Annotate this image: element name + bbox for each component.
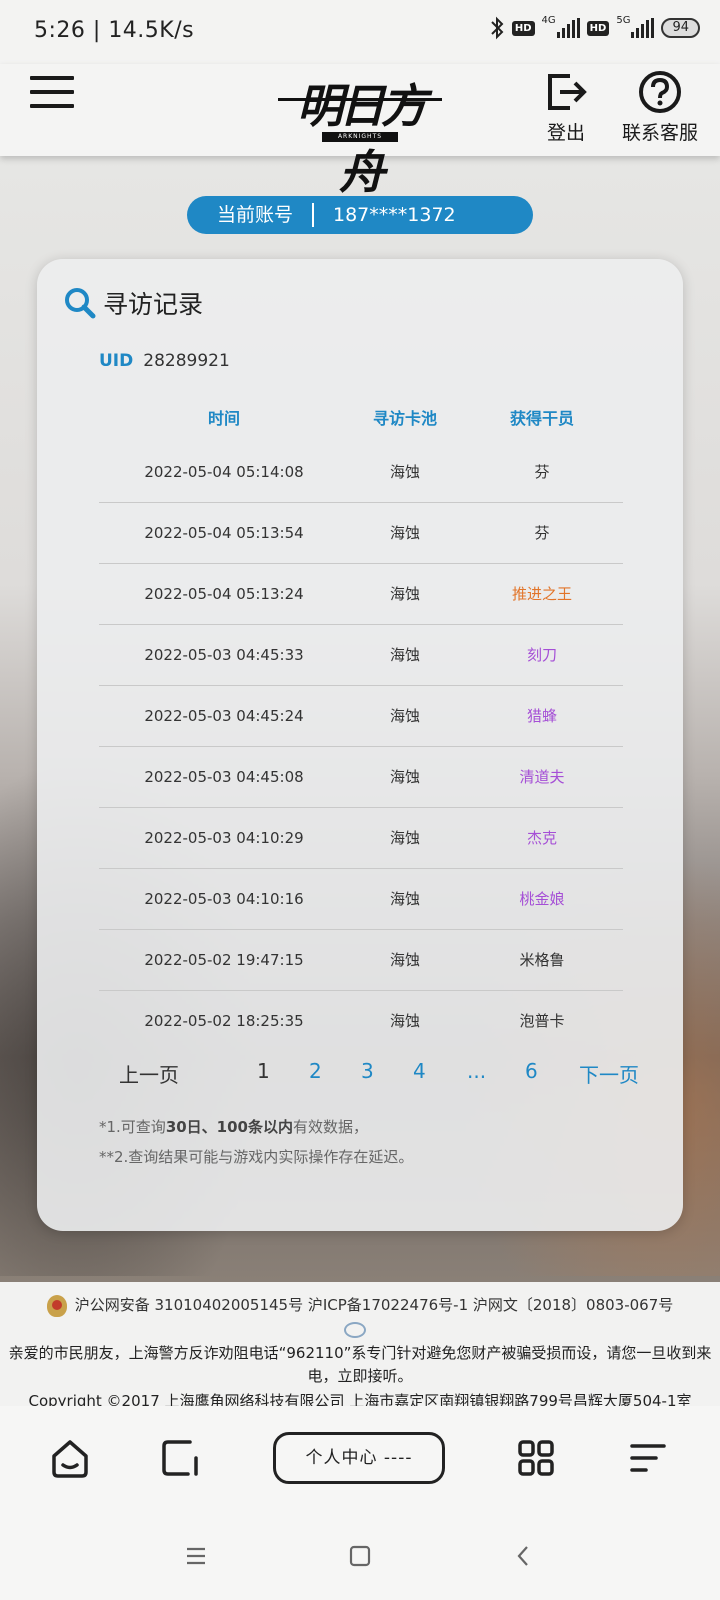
logout-label: 登出 [546,122,585,144]
table-row: 2022-05-04 05:13:24 海蚀 推进之王 [99,564,623,625]
operator-name: 刻刀 [526,646,557,664]
col-operator: 获得干员 [509,409,574,428]
table-row: 2022-05-03 04:45:08 海蚀 清道夫 [99,747,623,808]
police-badge-icon [46,1294,67,1317]
table-row: 2022-05-03 04:45:24 海蚀 猎蜂 [99,686,623,747]
table-row: 2022-05-03 04:45:33 海蚀 刻刀 [99,625,623,686]
logout-icon [548,74,587,110]
table-row: 2022-05-02 18:25:35 海蚀 泡普卡 [99,991,623,1051]
antifraud-notice: 亲爱的市民朋友，上海警方反诈劝阻电话“962110”系专门针对避免您财产被骗受损… [8,1344,712,1385]
battery-icon: 94 [661,18,700,38]
operator-name: 猎蜂 [526,707,557,725]
table-row: 2022-05-03 04:10:16 海蚀 桃金娘 [99,869,623,930]
browser-toolbar: 个人中心 ---- [0,1406,720,1518]
status-time: 5:26 [34,18,86,43]
signal-icon-1 [556,18,580,38]
table-row: 2022-05-04 05:14:08 海蚀 芬 [99,442,623,503]
home-icon[interactable] [48,1436,92,1480]
site-header: 明日方舟 ARKNIGHTS 登出 联系客服 [0,64,720,199]
uid-value: 28289921 [143,351,230,371]
arknights-logo[interactable]: 明日方舟 ARKNIGHTS [278,66,442,199]
status-left: 5:26 | 14.5K/s [34,18,195,43]
home-square-icon[interactable] [348,1544,372,1568]
card-title: 寻访记录 [63,285,203,321]
system-nav-bar [0,1518,720,1600]
card-title-text: 寻访记录 [103,290,204,319]
record-table: 2022-05-04 05:14:08 海蚀 芬 2022-05-04 05:1… [99,442,623,1051]
site-footer: 沪公网安备 31010402005145号 沪ICP备17022476号-1 沪… [0,1282,720,1408]
net-type-2: 5G [616,14,631,26]
next-page-button[interactable]: 下一页 [579,1059,639,1088]
apps-grid-icon[interactable] [514,1436,558,1480]
operator-name: 清道夫 [519,768,565,786]
logo-sub: ARKNIGHTS [322,132,398,142]
back-icon[interactable] [512,1544,536,1568]
recent-apps-icon[interactable] [184,1544,208,1568]
table-header: 时间 寻访卡池 获得干员 [99,405,623,433]
network-speed: 14.5K/s [108,18,195,43]
col-time: 时间 [207,409,240,428]
note-2: **2.查询结果可能与游戏内实际操作存在延迟。 [99,1148,414,1166]
prev-page-button[interactable]: 上一页 [119,1059,179,1088]
gacha-record-card: 寻访记录 UID 28289921 时间 寻访卡池 获得干员 2022-05-04… [37,259,683,1231]
page-1: 1 [257,1059,270,1083]
personal-center-tab[interactable]: 个人中心 ---- [273,1432,445,1484]
operator-name: 米格鲁 [519,951,565,969]
operator-name: 芬 [534,463,550,481]
hd-badge-2: HD [586,20,610,36]
license-line: 沪公网安备 31010402005145号 沪ICP备17022476号-1 沪… [0,1294,720,1317]
operator-name: 杰克 [526,829,557,847]
logout-button[interactable]: 登出 [536,70,596,145]
pagination: 上一页 1 2 3 4 ... 6 下一页 [107,1059,647,1093]
status-right: HD 4G HD 5G 94 [489,14,700,40]
page-4[interactable]: 4 [413,1059,426,1083]
uid-label: UID [99,351,134,371]
hamburger-menu-icon[interactable] [30,76,74,110]
uid-line: UID 28289921 [99,351,230,371]
help-question-icon [639,71,681,113]
hd-badge-1: HD [511,20,535,36]
operator-name: 推进之王 [511,585,572,603]
col-pool: 寻访卡池 [372,409,437,428]
table-row: 2022-05-04 05:13:54 海蚀 芬 [99,503,623,564]
tab-switch-icon[interactable] [158,1436,202,1480]
page-2[interactable]: 2 [309,1059,322,1083]
menu-lines-icon[interactable] [626,1436,670,1480]
operator-name: 泡普卡 [519,1012,565,1030]
bluetooth-icon [491,16,504,40]
page-ellipsis: ... [467,1059,487,1083]
signal-icon-2 [631,18,655,38]
support-button[interactable]: 联系客服 [610,70,710,145]
note-1: *1.可查询30日、100条以内有效数据， [99,1118,369,1136]
support-label: 联系客服 [621,122,698,144]
antifraud-logo-icon [344,1322,366,1338]
status-bar: 5:26 | 14.5K/s HD 4G HD 5G 94 [0,0,720,64]
page-3[interactable]: 3 [361,1059,374,1083]
license-text[interactable]: 沪公网安备 31010402005145号 沪ICP备17022476号-1 沪… [75,1296,674,1314]
operator-name: 芬 [534,524,550,542]
page-6[interactable]: 6 [525,1059,538,1083]
search-icon [65,288,96,319]
net-type-1: 4G [541,14,556,26]
table-row: 2022-05-02 19:47:15 海蚀 米格鲁 [99,930,623,991]
table-row: 2022-05-03 04:10:29 海蚀 杰克 [99,808,623,869]
operator-name: 桃金娘 [519,890,565,908]
